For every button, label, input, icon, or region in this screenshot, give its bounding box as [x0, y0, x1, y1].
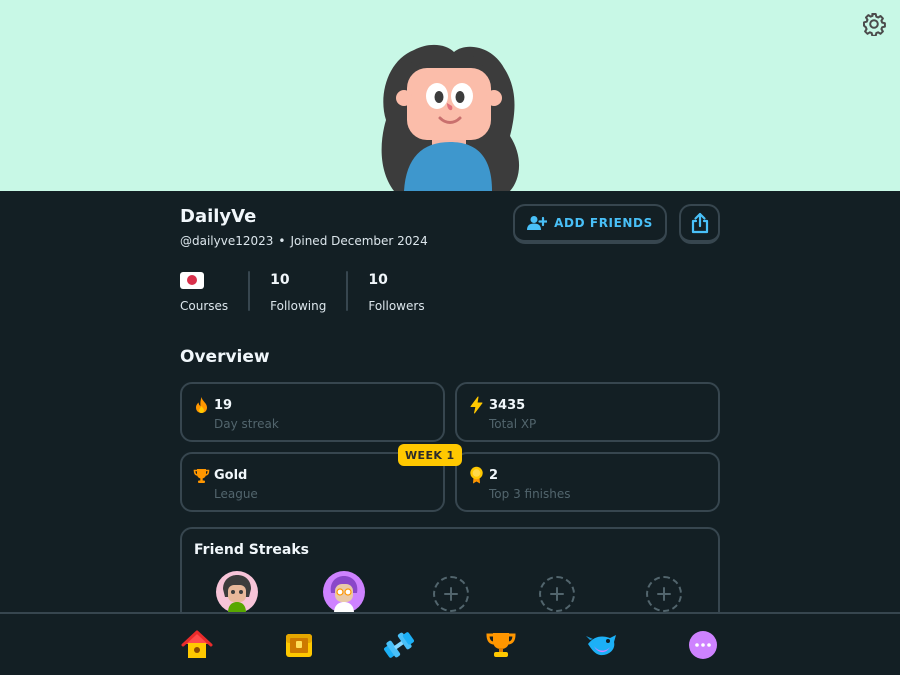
following-label: Following	[270, 299, 327, 313]
xp-label: Total XP	[489, 417, 537, 431]
friend-avatar[interactable]	[323, 571, 365, 613]
xp-card: 3435 Total XP	[455, 382, 720, 442]
plus-icon	[657, 587, 671, 601]
lightning-icon	[470, 396, 483, 414]
share-icon	[691, 212, 708, 234]
medal-icon	[470, 466, 483, 484]
fire-icon	[196, 397, 207, 413]
following-stat[interactable]: 10 Following	[270, 271, 326, 313]
japan-flag-icon	[180, 271, 204, 289]
xp-value: 3435	[489, 398, 526, 413]
courses-label: Courses	[180, 299, 229, 313]
profile-subtitle: @dailyve12023 • Joined December 2024	[180, 234, 428, 248]
chest-icon[interactable]	[283, 630, 315, 660]
home-icon[interactable]	[181, 630, 213, 660]
divider	[346, 271, 349, 311]
dumbbell-icon[interactable]	[383, 630, 415, 660]
profile-stats: Courses 10 Following 10 Followers	[180, 271, 425, 313]
avatar	[381, 45, 519, 191]
bird-icon[interactable]	[586, 630, 618, 660]
separator-dot: •	[278, 234, 286, 248]
followers-label: Followers	[368, 299, 425, 313]
friend-streaks-title: Friend Streaks	[194, 542, 309, 558]
league-label: League	[214, 487, 258, 501]
followers-stat[interactable]: 10 Followers	[368, 271, 424, 313]
handle: @dailyve12023	[180, 234, 274, 248]
add-user-icon	[527, 216, 548, 230]
streak-value: 19	[214, 398, 233, 413]
following-count: 10	[270, 272, 290, 288]
top3-card: 2 Top 3 finishes	[455, 452, 720, 512]
bottom-nav	[0, 612, 900, 675]
plus-icon	[550, 587, 564, 601]
joined-date: Joined December 2024	[290, 234, 428, 248]
league-value: Gold	[214, 468, 248, 483]
top3-value: 2	[489, 468, 499, 483]
plus-icon	[444, 587, 458, 601]
profile-banner	[0, 0, 900, 191]
add-friends-button[interactable]: ADD FRIENDS	[513, 204, 667, 244]
add-friend-slot[interactable]	[539, 576, 575, 612]
week-badge: WEEK 1	[398, 444, 462, 466]
add-friend-slot[interactable]	[646, 576, 682, 612]
trophy-icon	[193, 469, 210, 483]
friend-avatar[interactable]	[216, 571, 258, 613]
courses-stat[interactable]: Courses	[180, 271, 228, 313]
streak-card: 19 Day streak	[180, 382, 445, 442]
share-button[interactable]	[679, 204, 720, 244]
overview-title: Overview	[180, 347, 270, 367]
gear-icon[interactable]	[862, 12, 886, 36]
followers-count: 10	[368, 272, 388, 288]
add-friends-label: ADD FRIENDS	[554, 216, 653, 230]
username: DailyVe	[180, 206, 257, 227]
trophy-icon[interactable]	[485, 630, 517, 660]
top3-label: Top 3 finishes	[489, 487, 571, 501]
more-icon[interactable]	[687, 630, 719, 660]
streak-label: Day streak	[214, 417, 279, 431]
add-friend-slot[interactable]	[433, 576, 469, 612]
divider	[248, 271, 251, 311]
